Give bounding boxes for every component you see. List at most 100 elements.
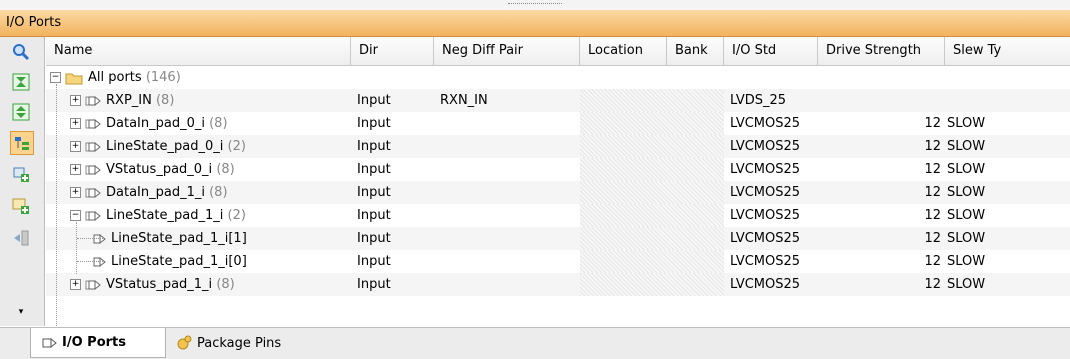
table-header: Name Dir Neg Diff Pair Location Bank I/O…: [46, 37, 1070, 66]
neg-diff-pair-cell: [434, 250, 580, 273]
column-header-location[interactable]: Location: [580, 37, 667, 65]
drive-strength-cell: 12: [924, 231, 941, 246]
drive-strength-cell: 12: [924, 208, 941, 223]
port-count: (8): [209, 185, 228, 200]
expand-toggle-icon[interactable]: +: [70, 118, 81, 129]
vertical-toolbar: ▾: [0, 37, 45, 326]
port-count: (8): [216, 162, 235, 177]
drive-strength-cell: 12: [924, 162, 941, 177]
group-by-icon[interactable]: [10, 131, 34, 155]
collapse-all-icon[interactable]: [10, 71, 32, 93]
drive-strength-cell: [818, 89, 945, 112]
drive-strength-cell: 12: [924, 185, 941, 200]
port-count: (8): [216, 277, 235, 292]
column-header-bank[interactable]: Bank: [667, 37, 724, 65]
expand-toggle-icon[interactable]: +: [70, 141, 81, 152]
bottom-tab-bar: I/O Ports Package Pins: [0, 327, 1070, 359]
slew-type-cell: SLOW: [947, 208, 986, 223]
root-label: All ports: [88, 70, 142, 85]
dir-cell: Input: [357, 139, 391, 154]
slew-type-cell: SLOW: [947, 231, 986, 246]
column-header-io-std[interactable]: I/O Std: [724, 37, 818, 65]
column-header-name[interactable]: Name: [46, 37, 351, 65]
port-name: LineState_pad_1_i[1]: [111, 231, 247, 246]
neg-diff-pair-cell: [434, 158, 580, 181]
tab-package-pins-label: Package Pins: [197, 335, 282, 351]
slew-type-cell: SLOW: [947, 254, 986, 269]
auto-place-icon[interactable]: [10, 227, 32, 249]
slew-type-cell: SLOW: [947, 185, 986, 200]
table-row[interactable]: + RXP_IN (8) Input RXN_IN LVDS_25: [46, 89, 1070, 112]
io-std-cell: LVCMOS25: [730, 139, 801, 154]
port-icon: [85, 118, 101, 129]
table-row[interactable]: + VStatus_pad_1_i (8) Input LVCMOS25 12 SLOW: [46, 273, 1070, 296]
port-name: RXP_IN: [106, 93, 152, 108]
expand-all-icon[interactable]: [10, 101, 32, 123]
slew-type-cell: SLOW: [947, 139, 986, 154]
create-interface-icon[interactable]: [10, 195, 32, 217]
table-row[interactable]: − LineState_pad_1_i (2) Input LVCMOS25 12 SLO…: [46, 204, 1070, 227]
slew-type-cell: SLOW: [947, 277, 986, 292]
port-name: LineState_pad_1_i: [106, 208, 224, 223]
port-icon: [85, 210, 101, 221]
table-row[interactable]: + DataIn_pad_1_i (8) Input LVCMOS25 12 SLOW: [46, 181, 1070, 204]
neg-diff-pair-cell: [434, 227, 580, 250]
create-port-icon[interactable]: [10, 163, 32, 185]
table-row-all-ports[interactable]: − All ports (146): [46, 66, 1070, 89]
drive-strength-cell: 12: [924, 139, 941, 154]
io-std-cell: LVCMOS25: [730, 162, 801, 177]
collapse-toggle-icon[interactable]: −: [50, 72, 61, 83]
column-header-drive-strength[interactable]: Drive Strength: [818, 37, 945, 65]
location-bank-disabled: [580, 250, 724, 273]
dir-cell: Input: [357, 116, 391, 131]
table-row[interactable]: + DataIn_pad_0_i (8) Input LVCMOS25 12 SLOW: [46, 112, 1070, 135]
column-header-neg-diff-pair[interactable]: Neg Diff Pair: [434, 37, 580, 65]
location-bank-disabled: [580, 273, 724, 296]
neg-diff-pair-cell: [434, 273, 580, 296]
port-icon: [85, 141, 101, 152]
io-std-cell: LVCMOS25: [730, 254, 801, 269]
io-std-cell: LVCMOS25: [730, 116, 801, 131]
dir-cell: Input: [357, 254, 391, 269]
panel-title-bar: I/O Ports: [0, 10, 1070, 37]
tab-package-pins[interactable]: Package Pins: [170, 328, 281, 358]
port-icon: [85, 279, 101, 290]
more-icon[interactable]: ▾: [10, 305, 32, 319]
table-row[interactable]: + LineState_pad_0_i (2) Input LVCMOS25 12 SLO…: [46, 135, 1070, 158]
neg-diff-pair-cell: RXN_IN: [440, 93, 488, 108]
neg-diff-pair-cell: [434, 135, 580, 158]
table-row[interactable]: LineState_pad_1_i[0] Input LVCMOS25 12 SLOW: [46, 250, 1070, 273]
expand-toggle-icon[interactable]: +: [70, 95, 81, 106]
io-std-cell: LVCMOS25: [730, 208, 801, 223]
port-count: (2): [227, 139, 246, 154]
location-bank-disabled: [580, 158, 724, 181]
search-icon[interactable]: [10, 41, 32, 63]
table-row[interactable]: LineState_pad_1_i[1] Input LVCMOS25 12 SLOW: [46, 227, 1070, 250]
column-header-slew-type[interactable]: Slew Ty: [945, 37, 1070, 65]
drive-strength-cell: 12: [924, 116, 941, 131]
dir-cell: Input: [357, 162, 391, 177]
tab-io-ports-label: I/O Ports: [62, 335, 126, 350]
table-row[interactable]: + VStatus_pad_0_i (8) Input LVCMOS25 12 SLOW: [46, 158, 1070, 181]
panel-resize-grip[interactable]: [0, 0, 1070, 10]
location-bank-disabled: [580, 135, 724, 158]
io-std-cell: LVCMOS25: [730, 231, 801, 246]
location-bank-disabled: [580, 181, 724, 204]
dir-cell: Input: [357, 93, 391, 108]
expand-toggle-icon[interactable]: +: [70, 164, 81, 175]
slew-type-cell: SLOW: [947, 162, 986, 177]
neg-diff-pair-cell: [434, 112, 580, 135]
expand-toggle-icon[interactable]: +: [70, 187, 81, 198]
port-count: (2): [227, 208, 246, 223]
slew-type-cell: [945, 89, 1070, 112]
column-header-dir[interactable]: Dir: [351, 37, 434, 65]
dir-cell: Input: [357, 185, 391, 200]
expand-toggle-icon[interactable]: +: [70, 279, 81, 290]
slew-type-cell: SLOW: [947, 116, 986, 131]
neg-diff-pair-cell: [434, 181, 580, 204]
folder-open-icon: [65, 73, 83, 84]
io-std-cell: LVDS_25: [730, 93, 787, 108]
port-icon: [42, 337, 57, 348]
tab-io-ports[interactable]: I/O Ports: [30, 328, 166, 358]
collapse-toggle-icon[interactable]: −: [70, 210, 81, 221]
